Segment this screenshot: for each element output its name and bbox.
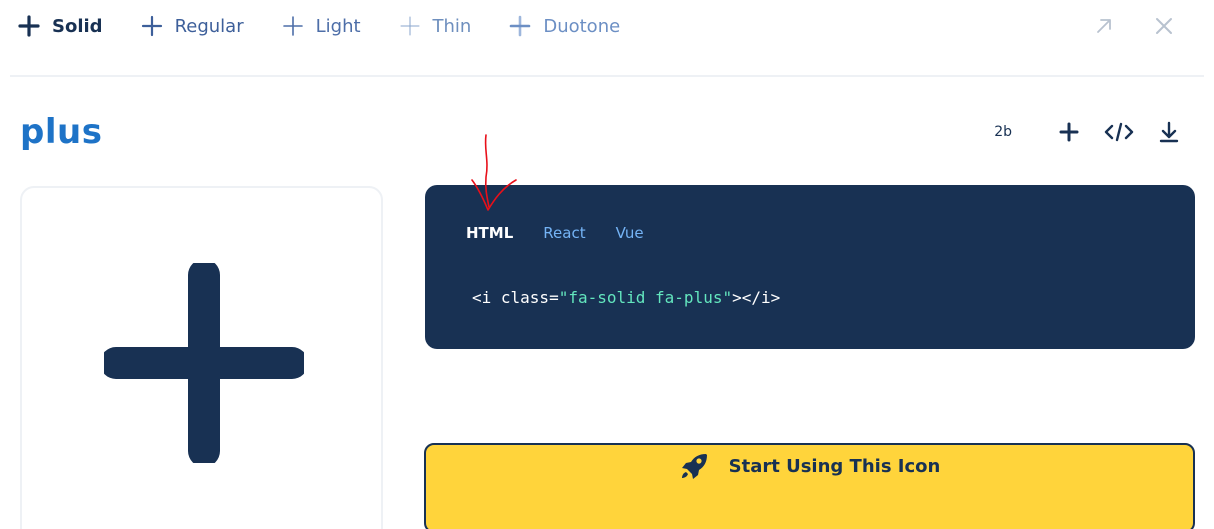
close-button[interactable]: [1150, 12, 1178, 40]
code-snippet[interactable]: <i class="fa-solid fa-plus"></i>: [472, 288, 780, 307]
download-icon: [1159, 121, 1179, 143]
code-class-string: "fa-solid fa-plus": [558, 288, 733, 307]
icon-preview: [20, 186, 383, 529]
plus-regular-icon: [141, 15, 162, 37]
icon-style-tabs: Solid Regular Light Thin Duotone: [18, 10, 658, 42]
add-to-kit-button[interactable]: [1054, 118, 1084, 146]
tab-light-label: Light: [315, 15, 361, 37]
icon-actions: 2b: [994, 118, 1184, 146]
tab-regular-label: Regular: [174, 15, 244, 37]
expand-button[interactable]: [1090, 12, 1118, 40]
plus-preview-icon: [104, 263, 304, 463]
tab-regular[interactable]: Regular: [141, 10, 244, 42]
moon-icon[interactable]: [329, 494, 359, 524]
rocket-icon: [681, 454, 707, 479]
close-icon: [1156, 18, 1172, 34]
tab-vue[interactable]: Vue: [616, 224, 644, 242]
tab-solid-label: Solid: [52, 15, 103, 37]
code-panel: HTML React Vue <i class="fa-solid fa-plu…: [425, 185, 1195, 349]
tab-thin[interactable]: Thin: [399, 10, 472, 42]
tab-react[interactable]: React: [543, 224, 585, 242]
arrow-up-right-icon: [1097, 19, 1111, 33]
tab-thin-label: Thin: [432, 15, 472, 37]
start-using-button[interactable]: Start Using This Icon: [424, 443, 1195, 529]
icon-title: plus: [20, 112, 103, 152]
code-icon: [1104, 122, 1134, 142]
plus-icon: [1059, 122, 1079, 142]
tab-light[interactable]: Light: [282, 10, 361, 42]
plus-thin-icon: [400, 16, 420, 36]
copy-code-button[interactable]: [1104, 118, 1134, 146]
code-tabs: HTML React Vue: [466, 224, 674, 242]
unicode-value[interactable]: 2b: [994, 124, 1012, 140]
window-actions: [1058, 12, 1178, 40]
tab-html[interactable]: HTML: [466, 224, 513, 242]
tab-duotone[interactable]: Duotone: [509, 10, 620, 42]
code-suffix: ></i>: [732, 288, 781, 307]
start-using-label: Start Using This Icon: [728, 455, 941, 477]
code-prefix: <i class=: [472, 288, 559, 307]
tab-solid[interactable]: Solid: [18, 10, 103, 42]
plus-solid-icon: [18, 15, 40, 37]
header-divider: [10, 75, 1204, 77]
plus-duotone-icon: [510, 15, 531, 37]
plus-light-icon: [282, 16, 303, 36]
download-button[interactable]: [1154, 118, 1184, 146]
tab-duotone-label: Duotone: [543, 15, 621, 37]
